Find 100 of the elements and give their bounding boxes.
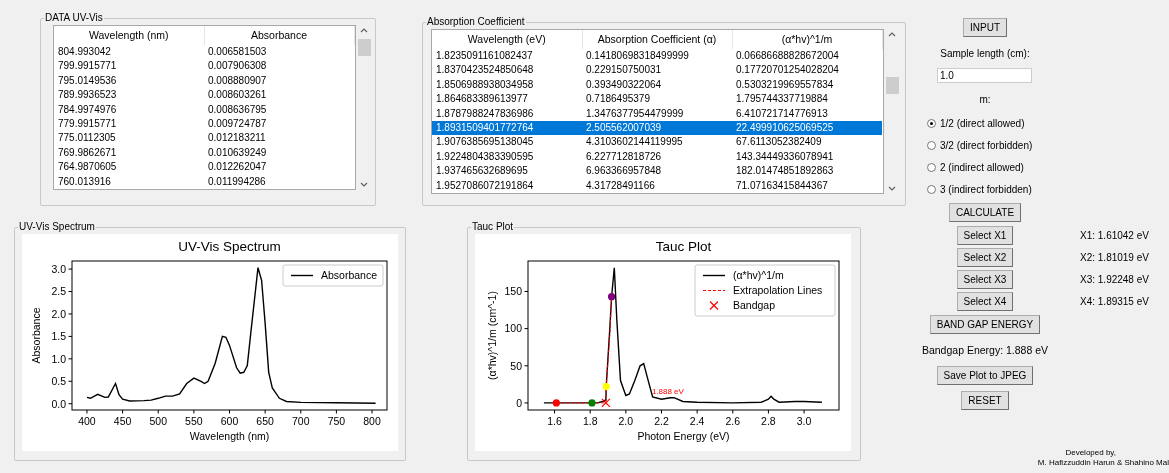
select-point-button[interactable]: Select X2	[956, 247, 1014, 267]
table-cell-text: 0.5303219969557834	[735, 77, 835, 92]
table-cell-text: 779.9915771	[57, 117, 118, 132]
tick-mark	[625, 409, 627, 414]
table-cell: 1.8235091161082437	[432, 49, 582, 64]
tick-mark	[524, 290, 529, 292]
tick-label: 3.0	[796, 415, 812, 427]
table-cell-text: 0.008880907	[207, 73, 268, 88]
column-header[interactable]: Wavelength (nm)	[54, 26, 204, 45]
tick-label: 500	[149, 415, 167, 427]
tick-mark	[524, 365, 529, 367]
select-point-button[interactable]: Select X1	[956, 225, 1014, 245]
table-cell: 1.9076385695138045	[432, 135, 582, 150]
scrollbar-thumb[interactable]	[885, 77, 899, 94]
tick-mark	[68, 403, 73, 405]
scroll-up-icon[interactable]	[360, 28, 368, 33]
axis-label: Wavelength (nm)	[189, 430, 270, 442]
calculate-button[interactable]: CALCULATE	[948, 202, 1022, 222]
column-header[interactable]: Absorbance	[204, 26, 354, 45]
input-button[interactable]: INPUT	[963, 18, 1007, 37]
table-cell-text: 0.011994286	[207, 174, 267, 189]
tick-label: 0	[516, 396, 522, 409]
legend-line-icon	[702, 290, 726, 291]
scroll-up-icon[interactable]	[888, 32, 896, 37]
selected-row[interactable]: 1.8931509401772764 2.505562007039 22.499910625069525	[432, 121, 882, 136]
select-point-button[interactable]: Select X4	[956, 291, 1014, 311]
tick-mark	[122, 409, 124, 414]
reset-button[interactable]: RESET	[961, 390, 1009, 410]
table-cell-text: 0.7186495379	[585, 92, 651, 107]
table-cell-text: 1.864683389613977	[435, 92, 529, 107]
tick-mark	[524, 328, 529, 330]
table-cell-text: 0.229150750031	[585, 63, 663, 78]
point-reading: X4: 1.89315 eV	[1080, 294, 1149, 309]
column-header[interactable]: (α*hv)^1/m	[732, 30, 882, 49]
save-plot-button[interactable]: Save Plot to JPEG	[936, 365, 1034, 385]
tick-mark	[371, 409, 373, 414]
chart-title: Tauc Plot	[655, 239, 712, 254]
tick-label: 800	[363, 415, 381, 427]
band-gap-energy-button[interactable]: BAND GAP ENERGY	[929, 314, 1041, 334]
sample-length-field[interactable]: 1.0	[937, 68, 1032, 83]
point-reading: X2: 1.81019 eV	[1080, 250, 1149, 265]
tick-mark	[193, 409, 195, 414]
legend-line-icon	[290, 274, 314, 277]
legend-label: Bandgap	[733, 299, 776, 312]
table-cell: 4.3103602144119995	[582, 135, 732, 150]
table-cell-text: 6.963366957848	[585, 164, 663, 179]
tick-mark	[696, 409, 698, 414]
radio-option[interactable]: 3 (indirect forbidden)	[927, 181, 1032, 197]
axis-label: Photon Energy (eV)	[637, 430, 730, 442]
tick-label: 2.8	[761, 415, 776, 427]
scroll-down-icon[interactable]	[360, 182, 368, 187]
table-cell-text: 1.8506988938034958	[435, 77, 535, 92]
tick-mark	[229, 409, 230, 414]
column-header[interactable]: Wavelength (eV)	[432, 30, 582, 49]
field-label: m:	[979, 92, 991, 107]
tick-mark	[554, 409, 556, 414]
tick-label: 0.5	[51, 375, 66, 388]
tick-label: 2.2	[654, 415, 669, 427]
table-cell-text: 71.07163415844367	[735, 178, 829, 193]
tick-mark	[68, 380, 73, 382]
table-cell-text: 1.9527086072191864	[435, 178, 535, 193]
scrollbar-thumb[interactable]	[357, 39, 371, 56]
table-cell-text: 0.012183211	[207, 131, 267, 146]
table-cell-text: 764.9870605	[57, 160, 118, 175]
radio-option[interactable]: 1/2 (direct allowed)	[927, 115, 1025, 131]
table-cell-text: 0.007906308	[207, 59, 268, 74]
group-title: Absorption Coefficient	[426, 17, 526, 27]
select-point-button[interactable]: Select X3	[956, 269, 1014, 289]
tick-label: 100	[504, 322, 522, 335]
column-header[interactable]: Absorption Coefficient (α)	[582, 30, 732, 49]
table-cell-text: 0.012262047	[207, 160, 268, 175]
credit-text: Developed by,	[1065, 447, 1116, 458]
table-cell: 0.14180698318499999	[582, 49, 732, 64]
radio-option[interactable]: 2 (indirect allowed)	[927, 159, 1024, 175]
table-cell-text: 799.9915771	[57, 59, 118, 74]
bandgap-marker	[601, 398, 611, 408]
tick-label: 400	[78, 415, 96, 427]
tick-label: 1.5	[51, 330, 66, 343]
tick-label: 3.0	[51, 262, 66, 275]
tick-mark	[661, 409, 662, 414]
table-cell: 1.3476377954479999	[582, 106, 732, 122]
table-cell-text: 769.9862671	[57, 145, 118, 160]
tick-label: 0.0	[51, 397, 66, 410]
legend-marker-icon	[709, 300, 719, 311]
tick-label: 700	[292, 415, 310, 427]
tick-mark	[68, 358, 73, 360]
table-cell-text: 1.937465632689695	[435, 164, 529, 179]
tick-mark	[335, 409, 337, 414]
tick-label: 2.0	[618, 415, 634, 427]
table-cell: 67.6113052382409	[732, 135, 882, 150]
table-cell-text: 795.0149536	[57, 73, 118, 88]
radio-option[interactable]: 3/2 (direct forbidden)	[927, 137, 1033, 153]
tick-label: 750	[327, 415, 346, 427]
tick-label: 450	[113, 415, 132, 427]
group-title: Tauc Plot	[471, 222, 515, 232]
table-cell-text: 182.01474851892863	[735, 164, 835, 179]
scroll-down-icon[interactable]	[888, 186, 896, 191]
tick-label: 650	[256, 415, 274, 427]
table-cell: 6.410721714776913	[732, 106, 882, 122]
table-cell: 804.993042	[54, 45, 204, 60]
